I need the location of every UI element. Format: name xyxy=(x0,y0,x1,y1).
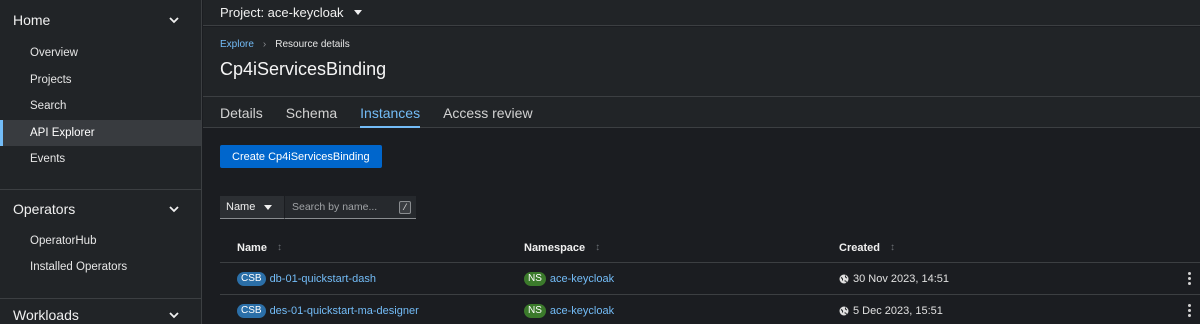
resource-kind-badge: CSB xyxy=(237,271,266,286)
sidebar-item-operatorhub[interactable]: OperatorHub xyxy=(0,228,201,255)
page-title: Cp4iServicesBinding xyxy=(220,59,387,79)
column-header-label: Namespace xyxy=(524,241,586,254)
nav-section-label: Workloads xyxy=(13,306,79,323)
sidebar-item-label: OperatorHub xyxy=(30,234,97,247)
breadcrumb-current: Resource details xyxy=(275,39,350,50)
sidebar-item-overview[interactable]: Overview xyxy=(0,40,201,67)
instance-name-link[interactable]: des-01-quickstart-ma-designer xyxy=(270,305,419,317)
search-input[interactable]: Search by name... / xyxy=(284,196,416,219)
column-header-created[interactable]: Created ↕ xyxy=(839,242,1159,254)
filter-toolbar: Name Search by name... / xyxy=(220,196,416,219)
column-header-name[interactable]: Name ↕ xyxy=(220,242,524,254)
resource-kind-badge: CSB xyxy=(237,303,266,318)
namespace-badge: NS xyxy=(524,303,546,318)
instances-table: Name ↕ Namespace ↕ Created ↕ CSB db-01-quic… xyxy=(220,233,1200,324)
tab-schema[interactable]: Schema xyxy=(286,97,337,128)
sidebar-item-search[interactable]: Search xyxy=(0,93,201,120)
sidebar: Home Overview Projects Search API Explor… xyxy=(0,0,202,324)
row-actions-kebab-icon[interactable] xyxy=(1178,272,1200,285)
tab-access-review[interactable]: Access review xyxy=(443,97,532,128)
chevron-down-icon xyxy=(169,204,179,214)
nav-section-operators-toggle[interactable]: Operators xyxy=(0,190,201,228)
project-label: Project: ace-keycloak xyxy=(220,5,344,20)
sort-icon: ↕ xyxy=(889,242,895,253)
sidebar-item-projects[interactable]: Projects xyxy=(0,67,201,94)
table-header: Name ↕ Namespace ↕ Created ↕ xyxy=(220,233,1200,263)
sort-icon: ↕ xyxy=(595,242,601,253)
nav-section-operators: Operators OperatorHub Installed Operator… xyxy=(0,190,201,281)
filter-type-select[interactable]: Name xyxy=(220,196,284,219)
sidebar-item-installed-operators[interactable]: Installed Operators xyxy=(0,254,201,281)
sidebar-item-label: Overview xyxy=(30,47,78,60)
caret-down-icon xyxy=(353,10,362,15)
table-row: CSB db-01-quickstart-dash NS ace-keycloa… xyxy=(220,263,1200,295)
tab-instances[interactable]: Instances xyxy=(360,97,420,128)
globe-icon xyxy=(839,306,849,316)
cell-created: 30 Nov 2023, 14:51 xyxy=(839,273,1159,285)
instance-name-link[interactable]: db-01-quickstart-dash xyxy=(270,273,376,285)
namespace-link[interactable]: ace-keycloak xyxy=(550,305,614,317)
created-timestamp: 30 Nov 2023, 14:51 xyxy=(853,272,950,285)
tab-bar: Details Schema Instances Access review xyxy=(203,97,1200,128)
chevron-right-icon: › xyxy=(262,39,267,50)
chevron-down-icon xyxy=(169,310,179,320)
create-instance-button[interactable]: Create Cp4iServicesBinding xyxy=(220,145,382,168)
globe-icon xyxy=(839,274,849,284)
nav-section-label: Operators xyxy=(13,200,76,217)
sidebar-item-label: Events xyxy=(30,153,66,166)
cell-namespace: NS ace-keycloak xyxy=(524,271,839,286)
project-selector[interactable]: Project: ace-keycloak xyxy=(203,0,1200,26)
sidebar-item-label: Search xyxy=(30,100,67,113)
namespace-link[interactable]: ace-keycloak xyxy=(550,273,614,285)
namespace-badge: NS xyxy=(524,271,546,286)
breadcrumb-link-explore[interactable]: Explore xyxy=(220,39,254,50)
table-row: CSB des-01-quickstart-ma-designer NS ace… xyxy=(220,295,1200,324)
row-actions-kebab-icon[interactable] xyxy=(1178,304,1200,317)
created-timestamp: 5 Dec 2023, 15:51 xyxy=(853,304,943,317)
tab-details[interactable]: Details xyxy=(220,97,263,128)
cell-name: CSB des-01-quickstart-ma-designer xyxy=(220,303,524,318)
sidebar-item-label: API Explorer xyxy=(30,126,95,139)
page-header: Explore › Resource details Cp4iServicesB… xyxy=(203,27,1200,97)
breadcrumb: Explore › Resource details xyxy=(220,39,350,50)
caret-down-icon xyxy=(264,205,272,210)
nav-section-label: Home xyxy=(13,12,51,28)
filter-type-value: Name xyxy=(226,201,256,213)
main-content: Create Cp4iServicesBinding Name Search b… xyxy=(203,129,1200,324)
column-header-label: Created xyxy=(839,241,880,254)
column-header-namespace[interactable]: Namespace ↕ xyxy=(524,242,839,254)
nav-section-home-toggle[interactable]: Home xyxy=(0,0,201,40)
sidebar-item-label: Projects xyxy=(30,73,72,86)
sidebar-item-events[interactable]: Events xyxy=(0,146,201,173)
sidebar-item-api-explorer[interactable]: API Explorer xyxy=(0,119,201,146)
keyboard-shortcut-hint: / xyxy=(399,201,411,214)
column-header-label: Name xyxy=(237,241,267,254)
search-placeholder: Search by name... xyxy=(292,201,378,213)
cell-name: CSB db-01-quickstart-dash xyxy=(220,271,524,286)
cell-namespace: NS ace-keycloak xyxy=(524,303,839,318)
sort-icon: ↕ xyxy=(276,242,282,253)
chevron-down-icon xyxy=(169,15,179,25)
cell-created: 5 Dec 2023, 15:51 xyxy=(839,305,1159,317)
sidebar-item-label: Installed Operators xyxy=(30,261,128,274)
nav-section-home: Home Overview Projects Search API Explor… xyxy=(0,0,201,173)
nav-section-workloads-toggle[interactable]: Workloads xyxy=(0,299,201,324)
